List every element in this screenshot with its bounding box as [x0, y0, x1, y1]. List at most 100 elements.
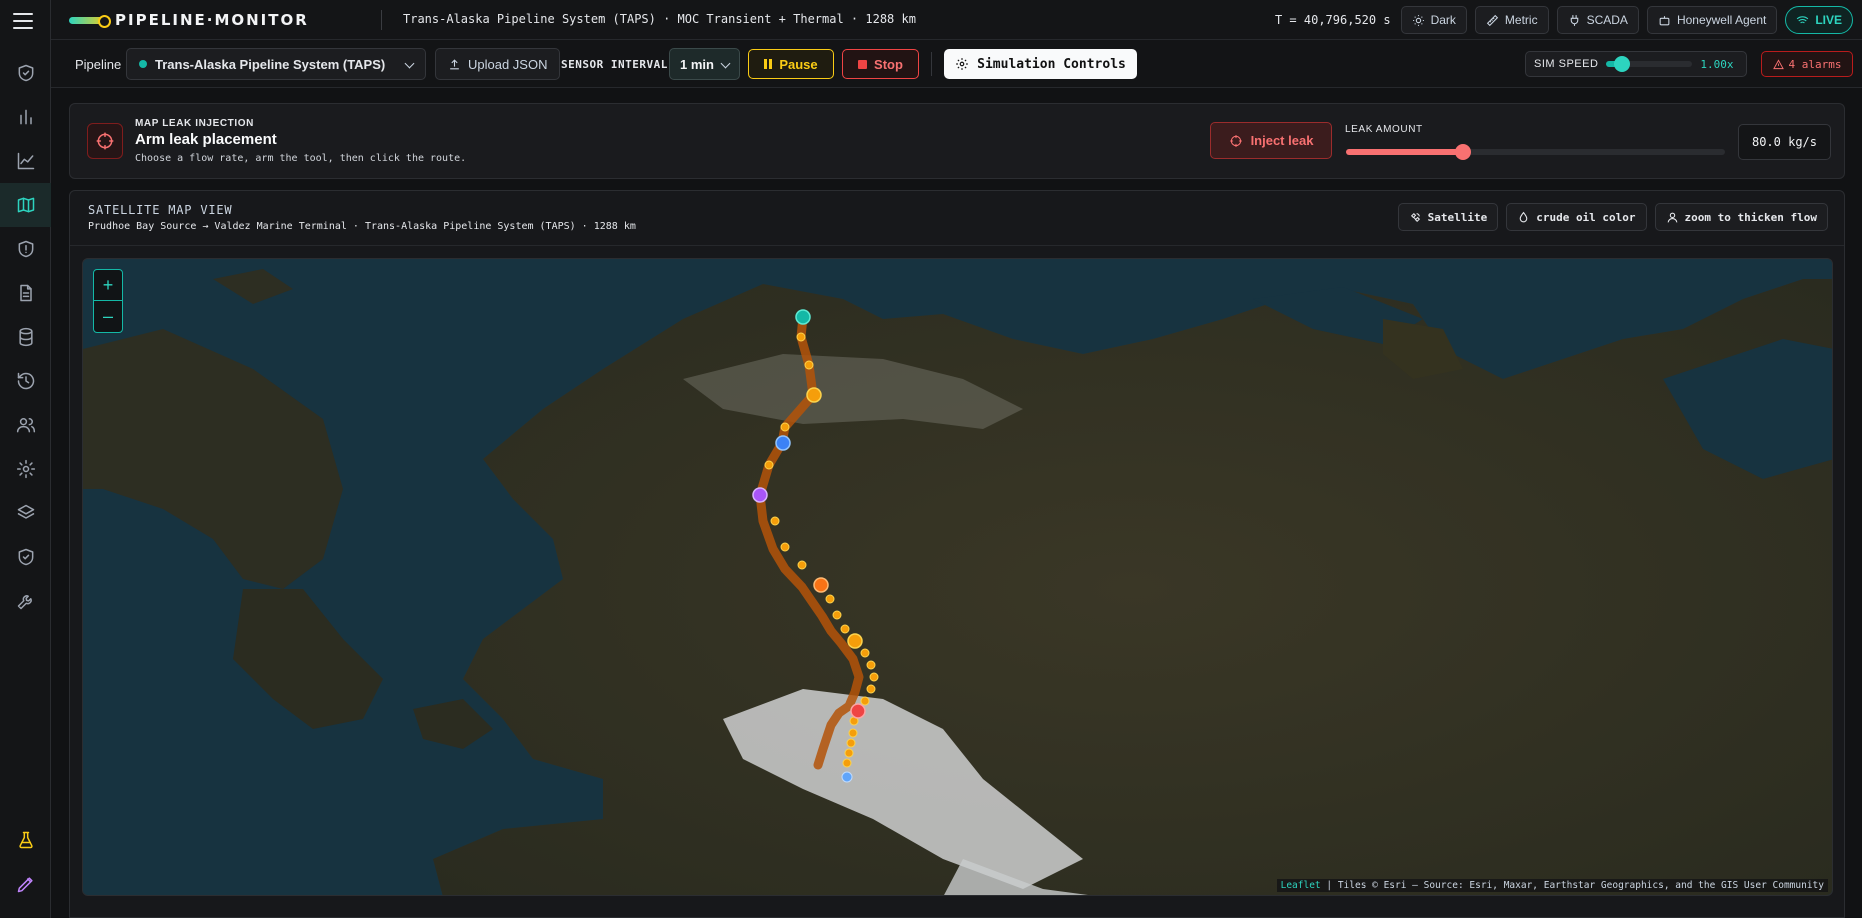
- gear-icon: [956, 58, 968, 70]
- sensor-marker: [860, 648, 870, 658]
- satellite-toggle-button[interactable]: Satellite: [1397, 203, 1499, 231]
- sidebar-item-settings[interactable]: [0, 447, 51, 491]
- simulation-controls-button[interactable]: Simulation Controls: [944, 49, 1137, 79]
- leaflet-link[interactable]: Leaflet: [1281, 880, 1321, 891]
- theme-label: Dark: [1430, 13, 1456, 27]
- crude-oil-color-button[interactable]: crude oil color: [1506, 203, 1647, 231]
- users-icon: [16, 418, 35, 433]
- pipeline-context: Trans-Alaska Pipeline System (TAPS) · MO…: [403, 12, 916, 26]
- sidebar-item-security[interactable]: [0, 51, 51, 95]
- scada-button[interactable]: SCADA: [1556, 6, 1639, 34]
- pause-label: Pause: [779, 56, 818, 72]
- sidebar-item-compliance[interactable]: [0, 535, 51, 579]
- leak-amount-slider[interactable]: [1346, 144, 1725, 160]
- warning-triangle-icon: [1772, 58, 1784, 69]
- pump-station-marker: [806, 387, 822, 403]
- source-marker: [795, 309, 811, 325]
- map-panel-subtitle: Prudhoe Bay Source → Valdez Marine Termi…: [88, 221, 636, 232]
- chevron-down-icon: [404, 58, 415, 69]
- agent-label: Honeywell Agent: [1676, 13, 1767, 27]
- sensor-marker: [770, 516, 780, 526]
- leak-injection-panel: MAP LEAK INJECTION Arm leak placement Ch…: [69, 103, 1845, 179]
- sidebar-item-design[interactable]: [0, 862, 51, 906]
- leak-amount-thumb[interactable]: [1455, 144, 1472, 160]
- sensor-marker: [840, 624, 850, 634]
- alarms-badge[interactable]: 4 alarms: [1761, 51, 1853, 77]
- crosshair-icon: [1229, 134, 1242, 147]
- sidebar-item-layers[interactable]: [0, 491, 51, 535]
- leak-alarm-marker: [850, 703, 866, 719]
- pipeline-route[interactable]: [83, 259, 1833, 896]
- control-bar: Pipeline Trans-Alaska Pipeline System (T…: [51, 40, 1862, 88]
- pipeline-label: Pipeline: [75, 57, 122, 72]
- sensor-marker: [860, 696, 870, 706]
- menu-icon[interactable]: [13, 13, 33, 29]
- sensor-marker: [825, 594, 835, 604]
- satellite-label: Satellite: [1427, 210, 1488, 224]
- sim-speed-control: SIM SPEED 1.00x: [1525, 51, 1747, 77]
- upload-icon: [450, 58, 459, 69]
- theme-button[interactable]: Dark: [1400, 6, 1467, 34]
- zoom-out-button[interactable]: –: [94, 301, 122, 332]
- sensor-marker: [866, 684, 876, 694]
- zoom-in-button[interactable]: +: [94, 270, 122, 301]
- pause-icon: [764, 59, 773, 69]
- app-logo[interactable]: PIPELINE·MONITOR: [69, 11, 309, 29]
- wifi-icon: [1797, 15, 1809, 23]
- sensor-marker: [780, 542, 790, 552]
- sensor-marker: [804, 360, 814, 370]
- terminal-marker: [841, 771, 853, 783]
- sim-speed-slider[interactable]: [1606, 56, 1693, 72]
- sensor-interval-select[interactable]: 1 min: [669, 48, 740, 80]
- plug-icon: [1570, 14, 1578, 26]
- sidebar-item-history[interactable]: [0, 359, 51, 403]
- sidebar-item-alerts[interactable]: [0, 227, 51, 271]
- leak-amount-label: LEAK AMOUNT: [1345, 124, 1423, 135]
- robot-icon: [1659, 15, 1670, 25]
- sidebar-item-lab[interactable]: [0, 818, 51, 862]
- shield-alert-icon: [18, 240, 33, 258]
- inject-leak-button[interactable]: Inject leak: [1210, 122, 1332, 159]
- sidebar-item-data[interactable]: [0, 315, 51, 359]
- leak-amount-value[interactable]: 80.0 kg/s: [1738, 124, 1831, 160]
- sensor-interval-label: SENSOR INTERVAL: [561, 58, 668, 71]
- database-icon: [18, 327, 33, 347]
- pipeline-select-value: Trans-Alaska Pipeline System (TAPS): [155, 56, 386, 72]
- live-label: LIVE: [1815, 13, 1842, 27]
- stop-icon: [858, 59, 868, 69]
- agent-button[interactable]: Honeywell Agent: [1646, 6, 1778, 34]
- inject-leak-label: Inject leak: [1250, 133, 1314, 148]
- sidebar-item-analytics[interactable]: [0, 95, 51, 139]
- divider: [931, 52, 932, 76]
- crude-oil-color-label: crude oil color: [1536, 210, 1636, 224]
- sidebar-item-reports[interactable]: [0, 271, 51, 315]
- sim-speed-thumb[interactable]: [1613, 56, 1630, 72]
- sensor-marker: [844, 748, 854, 758]
- sidebar-item-tools[interactable]: [0, 579, 51, 623]
- zoom-control: + –: [93, 269, 123, 333]
- sensor-interval-value: 1 min: [680, 57, 714, 72]
- sidebar: [0, 0, 51, 918]
- sidebar-item-users[interactable]: [0, 403, 51, 447]
- simulation-controls-label: Simulation Controls: [977, 56, 1126, 72]
- leak-amount-fill: [1346, 149, 1464, 155]
- upload-json-button[interactable]: Upload JSON: [435, 48, 561, 80]
- live-badge[interactable]: LIVE: [1785, 6, 1853, 34]
- pipeline-select[interactable]: Trans-Alaska Pipeline System (TAPS): [126, 48, 426, 80]
- zoom-thicken-button[interactable]: zoom to thicken flow: [1654, 203, 1828, 231]
- pipeline-line: [755, 312, 864, 770]
- pump-station-marker-blue: [775, 435, 791, 451]
- sensor-markers: [764, 332, 879, 768]
- map-icon: [17, 197, 34, 213]
- app-title: PIPELINE·MONITOR: [115, 11, 309, 29]
- sidebar-item-trends[interactable]: [0, 139, 51, 183]
- shield-check-icon: [18, 548, 33, 566]
- satellite-map[interactable]: + – Leaflet | Tiles © Esri — Source: Esr…: [82, 258, 1833, 896]
- stop-label: Stop: [874, 56, 903, 72]
- pause-button[interactable]: Pause: [748, 49, 834, 79]
- stop-button[interactable]: Stop: [842, 49, 919, 79]
- map-panel-title: SATELLITE MAP VIEW: [88, 203, 233, 217]
- units-button[interactable]: Metric: [1474, 6, 1549, 34]
- flask-icon: [18, 831, 33, 849]
- sidebar-item-map[interactable]: [0, 183, 51, 227]
